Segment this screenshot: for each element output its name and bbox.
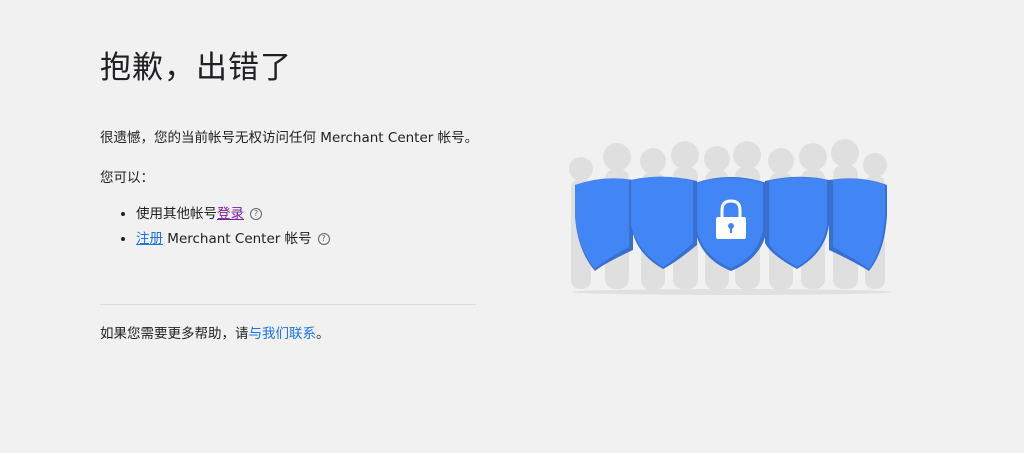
signin-prefix: 使用其他帐号 [136, 206, 217, 222]
list-item-signin: 使用其他帐号登录? [136, 203, 330, 228]
contact-link[interactable]: 与我们联系 [249, 326, 317, 342]
page-title: 抱歉，出错了 [100, 50, 292, 86]
list-item-register: 注册 Merchant Center 帐号? [136, 228, 330, 253]
error-message: 很遗憾，您的当前帐号无权访问任何 Merchant Center 帐号。 [100, 130, 479, 146]
divider [100, 304, 476, 305]
ground-shadow [572, 289, 892, 295]
you-can-label: 您可以： [100, 170, 154, 186]
options-list: 使用其他帐号登录? 注册 Merchant Center 帐号? [120, 203, 330, 253]
security-illustration [569, 139, 892, 295]
register-suffix: Merchant Center 帐号 [163, 231, 312, 247]
signin-link[interactable]: 登录 [217, 206, 244, 222]
help-text: 如果您需要更多帮助，请与我们联系。 [100, 322, 330, 342]
register-link[interactable]: 注册 [136, 231, 163, 247]
help-suffix: 。 [316, 326, 330, 342]
error-page: 抱歉，出错了 很遗憾，您的当前帐号无权访问任何 Merchant Center … [0, 0, 1024, 453]
help-icon[interactable]: ? [317, 233, 330, 245]
help-icon[interactable]: ? [250, 208, 262, 220]
help-prefix: 如果您需要更多帮助，请 [100, 326, 249, 342]
